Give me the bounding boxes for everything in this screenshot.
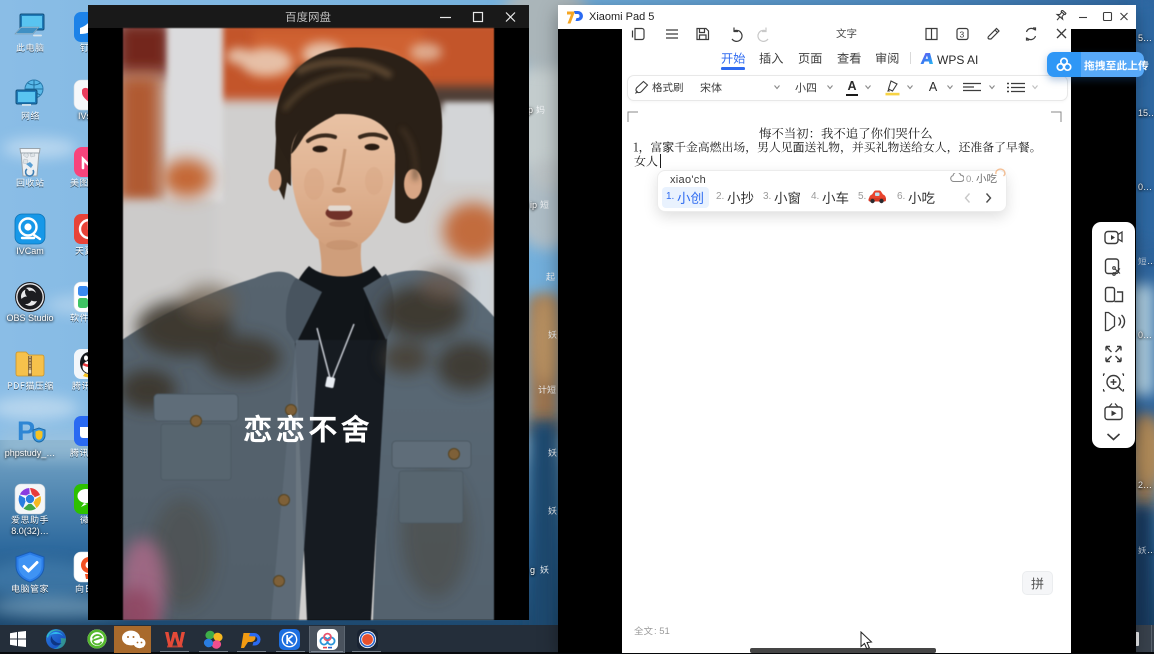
svg-text:3: 3	[960, 30, 965, 40]
svg-text:P: P	[17, 416, 35, 446]
